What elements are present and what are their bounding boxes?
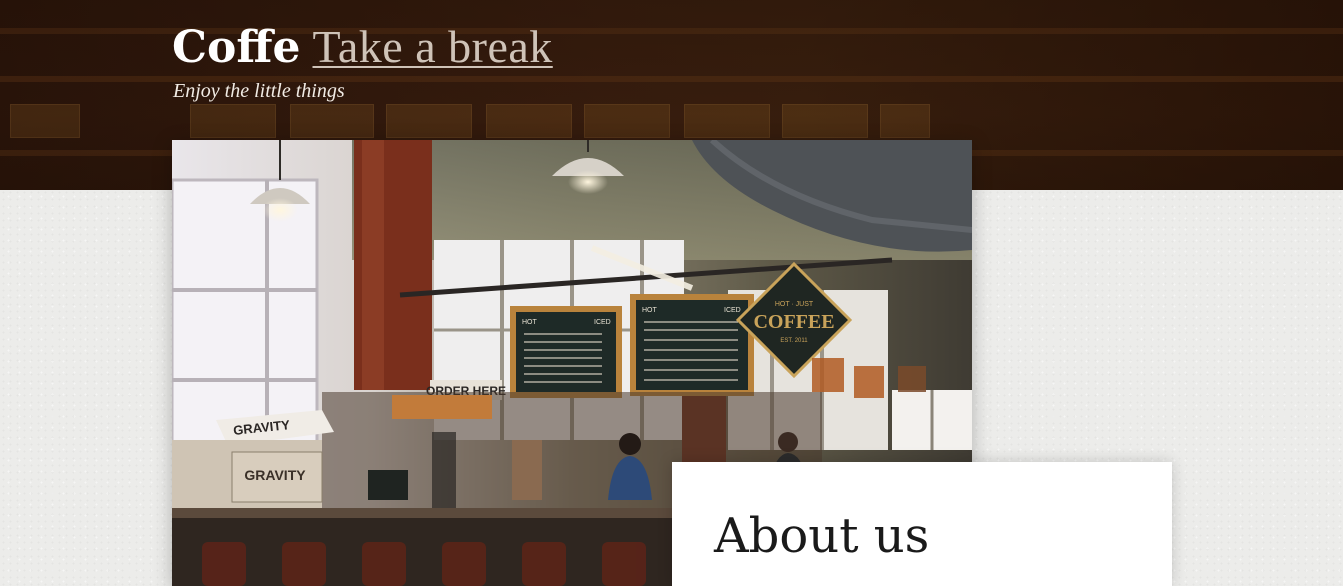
brand-link[interactable]: Take a break	[312, 20, 552, 74]
menu-left-iced: ICED	[594, 319, 611, 326]
coffee-sign-text: COFFEE	[753, 311, 834, 333]
menu-board-left: HOT ICED	[510, 306, 622, 398]
coffee-sign-bottom: EST. 2011	[780, 338, 808, 344]
menu-right-iced: ICED	[724, 307, 741, 314]
tagline: Enjoy the little things	[173, 80, 345, 102]
menu-right-hot: HOT	[642, 307, 658, 314]
about-title: About us	[714, 508, 930, 564]
menu-left-hot: HOT	[522, 319, 538, 326]
coffee-sign-top: HOT · JUST	[775, 301, 814, 308]
brand: Coffe Take a break	[172, 20, 553, 75]
about-card: About us	[672, 462, 1172, 586]
menu-board-right: HOT ICED	[630, 294, 754, 396]
gravity-crate-text: GRAVITY	[244, 467, 306, 483]
brand-name: Coffe	[172, 22, 301, 73]
